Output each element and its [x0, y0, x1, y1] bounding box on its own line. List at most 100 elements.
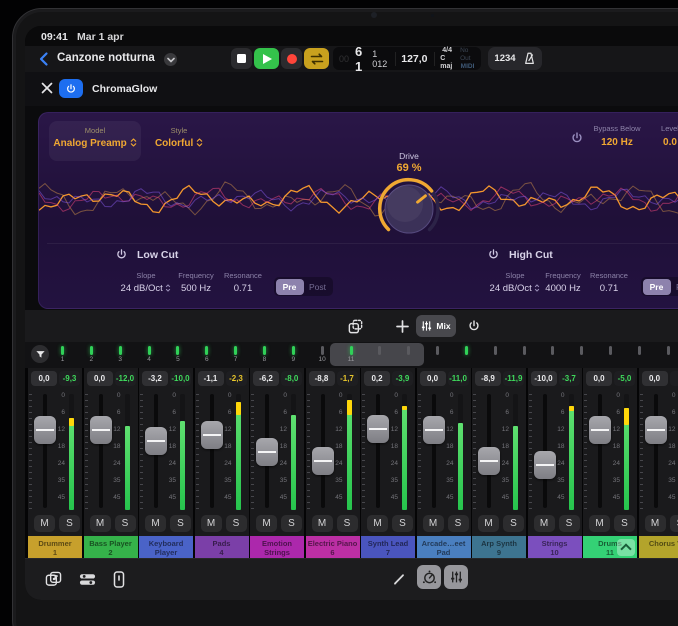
- record-button[interactable]: [281, 48, 302, 69]
- solo-button[interactable]: S: [337, 515, 358, 532]
- mix-view-button[interactable]: Mix: [416, 315, 456, 337]
- model-select[interactable]: Model Analog Preamp: [49, 121, 141, 161]
- solo-button[interactable]: S: [392, 515, 413, 532]
- level-meter-peak: [236, 402, 241, 415]
- volume-readout[interactable]: -8,9: [475, 371, 501, 386]
- metronome-icon[interactable]: [523, 52, 536, 65]
- solo-button[interactable]: S: [115, 515, 136, 532]
- mixer-view-button[interactable]: [444, 565, 468, 589]
- plugin-power-button[interactable]: [59, 79, 83, 98]
- play-button[interactable]: [254, 48, 279, 69]
- mute-button[interactable]: M: [423, 515, 444, 532]
- track-label[interactable]: Arp Synth9: [472, 536, 526, 558]
- mute-button[interactable]: M: [145, 515, 166, 532]
- add-plugin-button[interactable]: [391, 315, 413, 337]
- track-label[interactable]: Keyboard Player3: [139, 536, 193, 558]
- solo-button[interactable]: S: [503, 515, 524, 532]
- bar-number: 6: [199, 356, 215, 363]
- volume-readout[interactable]: 0,0: [586, 371, 612, 386]
- fader-track[interactable]: [43, 394, 47, 508]
- solo-button[interactable]: S: [614, 515, 635, 532]
- fader-track[interactable]: [376, 394, 380, 508]
- track-label[interactable]: Bass Player2: [84, 536, 138, 558]
- volume-readout[interactable]: -1,1: [198, 371, 224, 386]
- style-select[interactable]: Style Colorful: [151, 121, 207, 161]
- volume-readout[interactable]: -8,8: [309, 371, 335, 386]
- post-button[interactable]: Post: [671, 279, 678, 295]
- cycle-button[interactable]: [304, 48, 329, 69]
- solo-button[interactable]: S: [281, 515, 302, 532]
- mute-button[interactable]: M: [34, 515, 55, 532]
- duplicate-settings-button[interactable]: [343, 315, 367, 337]
- fader-scale-label: 0: [106, 392, 121, 399]
- fader-track[interactable]: [654, 394, 658, 508]
- mute-button[interactable]: M: [90, 515, 111, 532]
- volume-readout[interactable]: 0,0: [31, 371, 57, 386]
- track-label[interactable]: Pads4: [195, 536, 249, 558]
- solo-button[interactable]: S: [670, 515, 678, 532]
- volume-readout[interactable]: 0,2: [364, 371, 390, 386]
- lcd-display[interactable]: 00 6 1 1 012 127,0 4/4 C maj No Out MIDI: [333, 47, 481, 70]
- pre-button[interactable]: Pre: [643, 279, 671, 295]
- mute-button[interactable]: M: [645, 515, 666, 532]
- count-in-label[interactable]: 1234: [494, 53, 515, 64]
- track-label[interactable]: Drums11: [583, 536, 637, 558]
- track-label[interactable]: Drummer1: [28, 536, 82, 558]
- mute-button[interactable]: M: [589, 515, 610, 532]
- fader-track[interactable]: [432, 394, 436, 508]
- solo-button[interactable]: S: [226, 515, 247, 532]
- post-button[interactable]: Post: [304, 279, 332, 295]
- tracks-view-button[interactable]: [75, 568, 99, 590]
- fader-track[interactable]: [99, 394, 103, 508]
- track-label[interactable]: Chorus V: [639, 536, 678, 558]
- fader-track[interactable]: [210, 394, 214, 508]
- mute-button[interactable]: M: [367, 515, 388, 532]
- drive-value[interactable]: 69 %: [369, 162, 449, 174]
- bypass-power-icon[interactable]: [570, 131, 584, 145]
- mute-button[interactable]: M: [534, 515, 555, 532]
- solo-button[interactable]: S: [448, 515, 469, 532]
- solo-button[interactable]: S: [59, 515, 80, 532]
- collapse-chevron-button[interactable]: [617, 539, 635, 556]
- volume-readout[interactable]: 0,0: [87, 371, 113, 386]
- bypass-control[interactable]: Bypass Below 120 Hz: [586, 124, 648, 148]
- mute-button[interactable]: M: [312, 515, 333, 532]
- back-chevron-icon[interactable]: [37, 51, 51, 67]
- volume-readout[interactable]: 0,0: [642, 371, 668, 386]
- high-cut-resonance[interactable]: Resonance 0.71: [584, 271, 634, 294]
- track-label[interactable]: Strings10: [528, 536, 582, 558]
- low-cut-power-icon[interactable]: [115, 248, 128, 261]
- volume-readout[interactable]: -6,2: [253, 371, 279, 386]
- mixer-power-button[interactable]: [463, 315, 485, 337]
- fader-scale-label: 24: [161, 460, 176, 467]
- drive-knob[interactable]: [375, 175, 443, 243]
- track-label[interactable]: Arcade…eet Pad8: [417, 536, 471, 558]
- level-control[interactable]: Level 0.0: [640, 124, 678, 148]
- song-title-chevron-icon[interactable]: [164, 53, 177, 66]
- mute-button[interactable]: M: [201, 515, 222, 532]
- track-label[interactable]: Synth Lead7: [361, 536, 415, 558]
- mute-button[interactable]: M: [478, 515, 499, 532]
- low-cut-resonance[interactable]: Resonance 0.71: [218, 271, 268, 294]
- volume-readout[interactable]: -10,0: [531, 371, 557, 386]
- close-icon[interactable]: [41, 82, 53, 94]
- loop-browser-button[interactable]: [41, 568, 65, 590]
- count-in-pill[interactable]: 1234: [488, 47, 542, 70]
- high-cut-power-icon[interactable]: [487, 248, 500, 261]
- pre-button[interactable]: Pre: [276, 279, 304, 295]
- track-label[interactable]: Electric Piano6: [306, 536, 360, 558]
- mute-button[interactable]: M: [256, 515, 277, 532]
- low-cut-frequency[interactable]: Frequency 500 Hz: [166, 271, 226, 294]
- bars-ruler[interactable]: 1234567891011: [25, 342, 678, 368]
- stop-button[interactable]: [231, 48, 252, 69]
- track-label[interactable]: Emotion Strings5: [250, 536, 304, 558]
- solo-button[interactable]: S: [559, 515, 580, 532]
- song-title[interactable]: Canzone notturna: [57, 52, 155, 64]
- solo-button[interactable]: S: [170, 515, 191, 532]
- volume-readout[interactable]: -3,2: [142, 371, 168, 386]
- keyboard-button[interactable]: [107, 568, 131, 590]
- fader-track[interactable]: [598, 394, 602, 508]
- volume-readout[interactable]: 0,0: [420, 371, 446, 386]
- controls-view-button[interactable]: [417, 565, 441, 589]
- edit-pencil-button[interactable]: [389, 568, 409, 590]
